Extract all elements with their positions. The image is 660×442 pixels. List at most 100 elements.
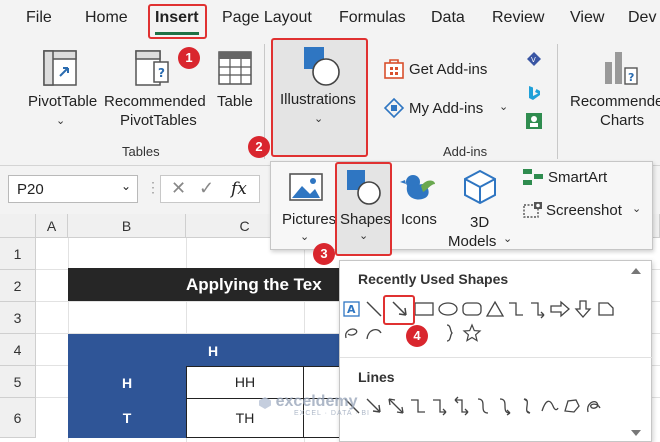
recommended-charts-label-2: Charts [600, 112, 645, 129]
rounded-rectangle-shape-icon[interactable] [461, 299, 483, 319]
row-header-5[interactable]: 5 [0, 366, 36, 398]
tab-page-layout[interactable]: Page Layout [222, 9, 312, 27]
bing-icon[interactable] [525, 84, 543, 102]
text-box-shape-icon[interactable]: A [342, 299, 362, 319]
elbow-double-arrow-connector-shape-icon[interactable] [452, 396, 472, 416]
scroll-up-icon[interactable] [628, 265, 644, 277]
tab-view[interactable]: View [570, 9, 604, 27]
icons-button[interactable]: Icons [395, 166, 443, 236]
elbow-connector-shape-icon[interactable] [506, 299, 526, 319]
lines-header: Lines [358, 369, 395, 385]
tables-group-label: Tables [122, 144, 160, 159]
pivottable-button[interactable]: PivotTable ⌄ [20, 46, 100, 127]
row-header-3[interactable]: 3 [0, 302, 36, 334]
store-icon [384, 59, 404, 79]
chevron-down-icon: ⌄ [632, 203, 642, 215]
pictures-icon [289, 173, 323, 201]
double-arrow-line-shape-icon[interactable] [386, 396, 406, 416]
row-header-4[interactable]: 4 [0, 334, 36, 366]
rectangle-shape-icon[interactable] [413, 299, 435, 319]
sheet-title-cell[interactable]: Applying the Tex [68, 268, 358, 301]
column-header-b[interactable]: B [68, 214, 186, 238]
tab-review[interactable]: Review [492, 9, 544, 27]
my-addins-label: My Add-ins [409, 100, 484, 117]
elbow-arrow-connector-shape-icon[interactable] [430, 396, 450, 416]
oval-shape-icon[interactable] [437, 299, 459, 319]
triangle-shape-icon[interactable] [485, 299, 505, 319]
tab-developer[interactable]: Dev [628, 9, 656, 27]
ribbon-tab-bar: File Home Insert Page Layout Formulas Da… [0, 0, 660, 38]
table-header-cell[interactable]: H [68, 334, 358, 368]
star-shape-icon[interactable] [462, 323, 482, 343]
row-header-1[interactable]: 1 [0, 238, 36, 270]
svg-text:?: ? [628, 71, 634, 84]
chevron-down-icon: ⌄ [56, 115, 66, 127]
arc-shape-icon[interactable] [364, 323, 384, 343]
recommended-charts-icon: ? [605, 52, 638, 85]
name-box[interactable]: P20 ⌄ [8, 175, 138, 203]
svg-text:A: A [347, 303, 356, 316]
cancel-icon[interactable]: ✕ [171, 178, 186, 199]
gallery-divider [340, 357, 653, 358]
step-badge-3: 3 [313, 243, 335, 265]
pivottable-icon [43, 50, 77, 86]
column-header-a[interactable]: A [36, 214, 68, 238]
recommended-charts-button[interactable]: ? Recommende Charts [563, 46, 660, 130]
row-header-6[interactable]: 6 [0, 398, 36, 438]
people-graph-icon[interactable] [525, 112, 543, 130]
freeform-shape-icon[interactable] [562, 396, 582, 416]
elbow-arrow-connector-shape-icon[interactable] [528, 299, 548, 319]
svg-text:V: V [531, 56, 536, 64]
formula-bar-buttons: ✕ ✓ fx [160, 175, 260, 203]
screenshot-button[interactable]: Screenshot ⌄ [520, 198, 645, 222]
screenshot-label: Screenshot [546, 202, 622, 219]
brace-shape-icon[interactable] [440, 323, 460, 343]
scribble-shape-icon[interactable] [584, 396, 604, 416]
down-arrow-shape-icon[interactable] [573, 299, 593, 319]
get-addins-label: Get Add-ins [409, 61, 488, 78]
chevron-down-icon[interactable]: ⌄ [121, 179, 131, 193]
curved-arrow-connector-shape-icon[interactable] [496, 396, 516, 416]
tab-home[interactable]: Home [85, 9, 128, 27]
right-arrow-shape-icon[interactable] [549, 299, 571, 319]
curved-double-arrow-connector-shape-icon[interactable] [518, 396, 538, 416]
smartart-button[interactable]: SmartArt [520, 166, 630, 190]
elbow-connector-shape-icon[interactable] [408, 396, 428, 416]
snip-shape-icon[interactable] [596, 299, 616, 319]
icons-label: Icons [401, 211, 437, 228]
3d-models-button[interactable]: 3D Models ⌄ [446, 166, 516, 250]
smartart-label: SmartArt [548, 169, 608, 186]
insert-tab-highlight [148, 4, 207, 39]
visio-icon[interactable]: V [525, 50, 543, 68]
pictures-button[interactable]: Pictures ⌄ [276, 166, 336, 246]
freeform-shape-icon[interactable] [342, 323, 362, 343]
row-label-cell[interactable]: H [68, 367, 186, 399]
watermark: exceldemy EXCEL · DATA · BI [258, 393, 369, 417]
step-badge-4: 4 [406, 325, 428, 347]
my-addins-icon [383, 97, 405, 119]
icons-icon [400, 175, 435, 200]
chevron-down-icon: ⌄ [300, 231, 310, 243]
curved-connector-shape-icon[interactable] [474, 396, 494, 416]
3d-models-label-2: Models [448, 233, 497, 250]
enter-icon[interactable]: ✓ [199, 178, 214, 199]
table-button[interactable]: Table [212, 46, 258, 116]
tab-data[interactable]: Data [431, 9, 465, 27]
select-all-corner[interactable] [0, 214, 36, 238]
pivottable-label: PivotTable [28, 93, 98, 110]
row-header-2[interactable]: 2 [0, 270, 36, 302]
tab-file[interactable]: File [26, 9, 52, 27]
line-shape-icon[interactable] [364, 299, 384, 319]
insert-function-button[interactable]: fx [231, 179, 247, 199]
row-label-cell[interactable]: T [68, 399, 186, 438]
illustrations-highlight [271, 38, 368, 157]
tab-formulas[interactable]: Formulas [339, 9, 406, 27]
recommended-pivottables-icon: ? [135, 50, 169, 86]
recently-used-shapes-header: Recently Used Shapes [358, 271, 509, 287]
recommended-pivottables-label-1: Recommended [104, 93, 206, 110]
scroll-down-icon[interactable] [628, 427, 644, 439]
curve-shape-icon[interactable] [540, 396, 560, 416]
formula-bar-handle-icon: ⋮ [146, 179, 160, 195]
get-addins-button[interactable]: Get Add-ins [381, 56, 501, 82]
my-addins-button[interactable]: My Add-ins ⌄ [381, 96, 513, 122]
